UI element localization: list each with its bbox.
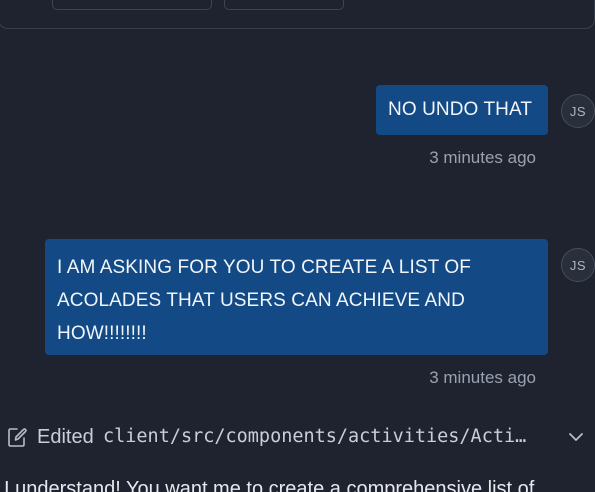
user-avatar-initials: JS bbox=[569, 257, 587, 273]
user-avatar: JS bbox=[561, 248, 595, 282]
user-message-text: NO UNDO THAT bbox=[388, 99, 533, 120]
assistant-message-text: I understand! You want me to create a co… bbox=[4, 478, 535, 492]
chat-panel: NO UNDO THAT JS 3 minutes ago I AM ASKIN… bbox=[0, 0, 595, 492]
edited-file-row[interactable]: Edited client/src/components/activities/… bbox=[0, 420, 595, 454]
user-avatar-initials: JS bbox=[569, 103, 587, 119]
previous-card-button-2[interactable] bbox=[224, 0, 344, 10]
chevron-down-icon[interactable] bbox=[566, 429, 586, 445]
edited-label: Edited bbox=[37, 426, 94, 448]
message-timestamp: 3 minutes ago bbox=[429, 368, 536, 387]
user-message-text: I AM ASKING FOR YOU TO CREATE A LIST OF … bbox=[57, 257, 471, 344]
user-message-bubble: NO UNDO THAT bbox=[376, 85, 548, 135]
user-message-bubble: I AM ASKING FOR YOU TO CREATE A LIST OF … bbox=[45, 239, 548, 355]
previous-card-button-1[interactable] bbox=[52, 0, 212, 10]
user-avatar: JS bbox=[561, 94, 595, 128]
edit-file-icon bbox=[8, 428, 27, 447]
message-timestamp: 3 minutes ago bbox=[429, 148, 536, 167]
edited-file-path[interactable]: client/src/components/activities/Acti… bbox=[103, 426, 555, 447]
